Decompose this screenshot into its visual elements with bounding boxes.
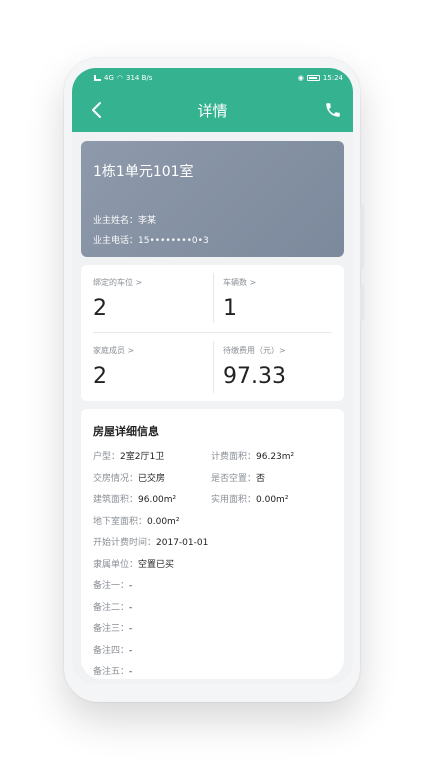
detail-row: 隶属单位：空置已买 [93, 553, 332, 575]
status-bar: 4G ◠ 314 B/s ◉ 15:24 [72, 68, 353, 88]
section-title: 房屋详细信息 [93, 425, 159, 438]
stat-value: 2 [93, 364, 107, 389]
detail-value: - [129, 667, 133, 678]
house-card: 1栋1单元101室 业主姓名：李某 业主电话：15••••••••0•3 [81, 141, 344, 257]
stat-value: 1 [223, 296, 237, 321]
stat-parking[interactable]: 绑定的车位 > 2 [93, 277, 142, 321]
detail-value: 0.00m² [147, 516, 180, 527]
back-button[interactable] [84, 98, 108, 122]
chevron-left-icon [92, 102, 101, 118]
detail-row: 建筑面积：96.00m² 实用面积：0.00m² [93, 488, 332, 510]
stat-fees[interactable]: 待缴费用（元）> 97.33 [223, 345, 286, 389]
stat-vehicles[interactable]: 车辆数 > 1 [223, 277, 256, 321]
detail-value: 否 [256, 473, 266, 484]
divider [93, 332, 332, 333]
nav-bar: 详情 [72, 88, 353, 132]
detail-key: 开始计费时间： [93, 538, 157, 549]
detail-key: 备注一： [93, 581, 130, 592]
detail-key: 备注二： [93, 602, 130, 613]
stats-card: 绑定的车位 > 2 车辆数 > 1 家庭成员 > 2 待缴费用（元）> 97.3… [81, 265, 344, 401]
detail-row: 备注一：- [93, 574, 332, 596]
detail-key: 交房情况： [93, 473, 139, 484]
status-time: 15:24 [322, 74, 343, 82]
detail-key: 备注三： [93, 624, 130, 635]
stat-value: 2 [93, 296, 107, 321]
battery-icon [306, 75, 320, 81]
detail-row: 备注二：- [93, 596, 332, 618]
detail-value: 2017-01-01 [156, 538, 209, 549]
detail-key: 是否空置： [211, 473, 257, 484]
owner-name: 业主姓名：李某 [93, 216, 157, 226]
divider [213, 341, 214, 393]
phone-side-button [360, 205, 364, 269]
detail-value: 96.23m² [256, 452, 295, 463]
house-name: 1栋1单元101室 [93, 164, 194, 180]
detail-value: 已交房 [138, 473, 166, 484]
stat-label: 家庭成员 > [93, 346, 135, 355]
detail-key: 备注四： [93, 645, 130, 656]
detail-row: 地下室面积：0.00m² [93, 510, 332, 532]
detail-card: 房屋详细信息 户型：2室2厅1卫 计费面积：96.23m² 交房情况：已交房 是… [81, 409, 344, 679]
detail-row: 备注三：- [93, 617, 332, 639]
detail-key: 地下室面积： [93, 516, 148, 527]
detail-key: 户型： [93, 452, 121, 463]
detail-value: 96.00m² [138, 495, 177, 506]
phone-screen: 4G ◠ 314 B/s ◉ 15:24 详情 1栋1单元101室 业主姓名：李… [72, 68, 353, 684]
detail-value: - [129, 602, 133, 613]
stat-label: 绑定的车位 > [93, 278, 143, 287]
network-type: 4G [104, 74, 114, 82]
divider [213, 273, 214, 323]
stat-value: 97.33 [223, 364, 286, 389]
eye-icon: ◉ [297, 74, 304, 82]
signal-icon [94, 75, 101, 81]
detail-value: 空置已买 [138, 559, 175, 570]
detail-row: 交房情况：已交房 是否空置：否 [93, 467, 332, 489]
page-title: 详情 [197, 101, 228, 120]
detail-value: - [129, 645, 133, 656]
stat-members[interactable]: 家庭成员 > 2 [93, 345, 134, 389]
owner-phone: 业主电话：15••••••••0•3 [93, 236, 209, 246]
detail-value: - [129, 624, 133, 635]
detail-value: 0.00m² [256, 495, 289, 506]
detail-key: 备注五： [93, 667, 130, 678]
phone-icon [326, 103, 340, 117]
detail-row: 开始计费时间：2017-01-01 [93, 531, 332, 553]
stat-label: 待缴费用（元）> [223, 346, 286, 355]
detail-value: 2室2厅1卫 [120, 452, 165, 463]
detail-row: 户型：2室2厅1卫 计费面积：96.23m² [93, 445, 332, 467]
net-speed: 314 B/s [126, 74, 153, 82]
phone-side-button [360, 285, 364, 321]
wifi-icon: ◠ [116, 74, 123, 82]
detail-key: 计费面积： [211, 452, 257, 463]
detail-key: 隶属单位： [93, 559, 139, 570]
detail-row: 备注五：- [93, 660, 332, 682]
detail-row: 备注四：- [93, 639, 332, 661]
detail-value: - [129, 581, 133, 592]
stat-label: 车辆数 > [223, 278, 257, 287]
detail-key: 建筑面积： [93, 495, 139, 506]
call-button[interactable] [321, 98, 345, 122]
detail-key: 实用面积： [211, 495, 257, 506]
